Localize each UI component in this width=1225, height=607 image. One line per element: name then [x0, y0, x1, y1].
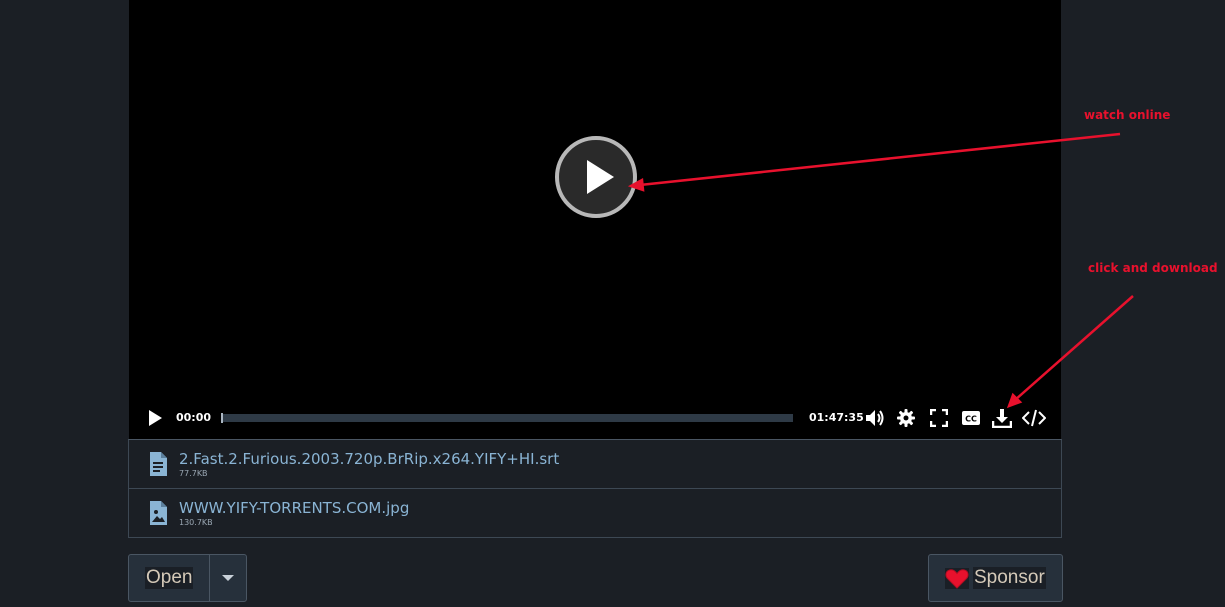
watch-online-annotation: watch online	[1084, 108, 1171, 122]
file-name[interactable]: WWW.YIFY-TORRENTS.COM.jpg	[179, 499, 409, 517]
file-list: 2.Fast.2.Furious.2003.720p.BrRip.x264.YI…	[128, 439, 1062, 538]
play-icon	[149, 410, 162, 426]
play-icon	[587, 160, 614, 194]
file-size: 130.7KB	[179, 518, 213, 527]
gear-icon	[897, 409, 915, 427]
download-icon	[992, 409, 1012, 428]
volume-icon	[866, 410, 884, 426]
open-button-group: Open	[128, 554, 247, 602]
cc-icon: CC	[962, 411, 980, 425]
svg-text:CC: CC	[965, 415, 977, 424]
click-download-annotation: click and download	[1088, 261, 1218, 275]
progress-handle[interactable]	[221, 413, 223, 423]
embed-button[interactable]	[1021, 400, 1047, 436]
file-row[interactable]: WWW.YIFY-TORRENTS.COM.jpg 130.7KB	[129, 488, 1061, 537]
open-label: Open	[145, 567, 194, 589]
sponsor-button[interactable]: Sponsor	[928, 554, 1063, 602]
page: 00:00 01:47:35 CC watch online click and…	[0, 0, 1225, 607]
captions-button[interactable]: CC	[959, 400, 983, 436]
embed-code-icon	[1022, 409, 1046, 427]
player-controls: 00:00 01:47:35 CC	[129, 400, 1061, 436]
open-dropdown-toggle[interactable]	[210, 555, 246, 601]
fullscreen-button[interactable]	[927, 400, 951, 436]
document-icon	[150, 452, 167, 476]
file-size: 77.7KB	[179, 469, 208, 478]
volume-button[interactable]	[863, 400, 887, 436]
open-button[interactable]: Open	[129, 555, 210, 601]
big-play-button[interactable]	[555, 136, 637, 218]
download-button[interactable]	[990, 400, 1014, 436]
play-button[interactable]	[143, 400, 167, 436]
heart-icon	[945, 568, 969, 589]
file-name[interactable]: 2.Fast.2.Furious.2003.720p.BrRip.x264.YI…	[179, 450, 559, 468]
progress-bar[interactable]	[221, 413, 793, 423]
sponsor-label: Sponsor	[973, 567, 1046, 589]
settings-button[interactable]	[894, 400, 918, 436]
total-time: 01:47:35	[809, 411, 864, 424]
current-time: 00:00	[176, 411, 212, 424]
fullscreen-icon	[930, 409, 948, 427]
video-player[interactable]: 00:00 01:47:35 CC	[129, 0, 1061, 439]
image-file-icon	[150, 501, 167, 525]
file-row[interactable]: 2.Fast.2.Furious.2003.720p.BrRip.x264.YI…	[129, 440, 1061, 488]
caret-down-icon	[222, 575, 234, 581]
